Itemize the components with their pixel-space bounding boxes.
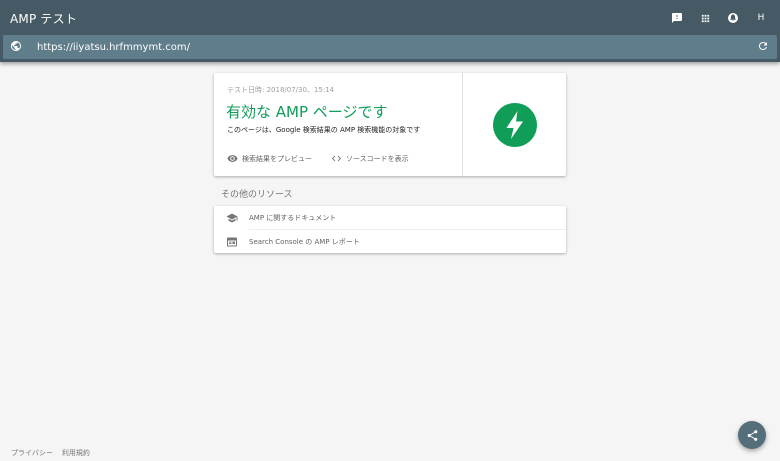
share-button[interactable] bbox=[738, 421, 766, 449]
footer: プライバシー 利用規約 bbox=[11, 448, 90, 458]
globe-icon bbox=[10, 40, 24, 54]
resources-card: AMP に関するドキュメント Search Console の AMP レポート bbox=[214, 206, 566, 253]
resource-item-amp-docs[interactable]: AMP に関するドキュメント bbox=[214, 206, 566, 229]
url-input[interactable] bbox=[37, 41, 757, 53]
preview-search-result-button[interactable]: 検索結果をプレビュー bbox=[227, 153, 312, 164]
app-title: AMP テスト bbox=[10, 12, 78, 26]
eye-icon bbox=[227, 155, 238, 162]
terms-link[interactable]: 利用規約 bbox=[62, 448, 90, 458]
resources-title: その他のリソース bbox=[221, 190, 293, 200]
report-icon bbox=[226, 236, 238, 248]
apps-grid-icon[interactable] bbox=[696, 9, 714, 27]
app-bar: AMP テスト H bbox=[0, 0, 780, 62]
result-card: テスト日時: 2018/07/30、15:14 有効な AMP ページです この… bbox=[214, 73, 566, 176]
resource-label: AMP に関するドキュメント bbox=[249, 213, 337, 222]
refresh-icon[interactable] bbox=[757, 40, 771, 54]
test-date: テスト日時: 2018/07/30、15:14 bbox=[227, 86, 335, 94]
feedback-icon[interactable] bbox=[668, 9, 686, 27]
privacy-link[interactable]: プライバシー bbox=[11, 448, 53, 458]
notifications-icon[interactable] bbox=[724, 9, 742, 27]
amp-valid-icon bbox=[492, 102, 537, 147]
code-icon bbox=[331, 155, 342, 162]
resource-label: Search Console の AMP レポート bbox=[249, 237, 360, 246]
account-avatar[interactable]: H bbox=[752, 9, 770, 27]
preview-label: 検索結果をプレビュー bbox=[242, 154, 312, 163]
result-headline: 有効な AMP ページです bbox=[226, 103, 388, 121]
amp-status-panel bbox=[463, 73, 566, 176]
result-subtext: このページは、Google 検索結果の AMP 検索機能の対象です bbox=[227, 126, 421, 134]
top-icons: H bbox=[668, 9, 770, 27]
view-source-button[interactable]: ソースコードを表示 bbox=[331, 153, 409, 164]
resource-item-search-console[interactable]: Search Console の AMP レポート bbox=[214, 230, 566, 253]
result-summary: テスト日時: 2018/07/30、15:14 有効な AMP ページです この… bbox=[214, 73, 463, 176]
school-icon bbox=[226, 212, 238, 224]
share-icon bbox=[747, 429, 757, 441]
url-bar bbox=[3, 35, 777, 59]
source-label: ソースコードを表示 bbox=[346, 154, 409, 163]
